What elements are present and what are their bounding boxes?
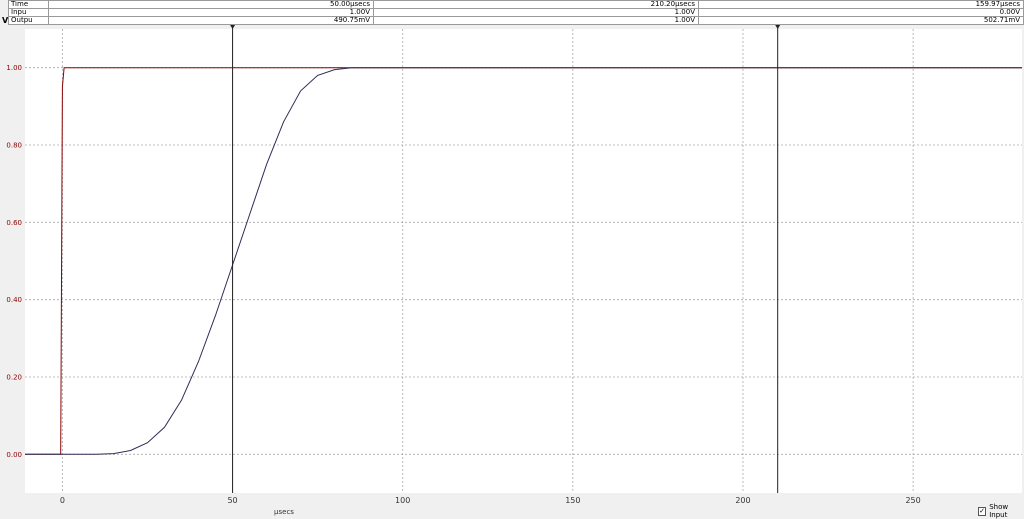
x-tick-label: 50: [227, 496, 237, 505]
x-tick-labels: 0 50 100 150 200 250: [60, 496, 921, 505]
cursor2-value: 210.20μsecs: [373, 0, 699, 9]
row-label: Inpu: [8, 8, 49, 17]
cursor2-value: 1.00V: [373, 16, 699, 25]
delta-value: 502.71mV: [698, 16, 1024, 25]
y-tick-label: 1.00: [6, 64, 22, 72]
y-tick-label: 0.60: [6, 219, 22, 227]
cursor-row-output: Outpu 490.75mV 1.00V 502.71mV: [8, 16, 1024, 25]
y-tick-labels: 0.00 0.20 0.40 0.60 0.80 1.00: [6, 64, 22, 459]
row-label: Outpu: [8, 16, 49, 25]
row-label: Time: [8, 0, 49, 9]
x-tick-label: 150: [565, 496, 580, 505]
y-tick-label: 0.00: [6, 451, 22, 459]
cursor-handle-1[interactable]: [230, 25, 236, 29]
x-axis-label: μsecs: [274, 508, 294, 516]
cursor-readout-table: Time 50.00μsecs 210.20μsecs 159.97μsecs …: [8, 0, 1024, 25]
y-tick-label: 0.20: [6, 374, 22, 382]
cursor1-value: 50.00μsecs: [48, 0, 374, 9]
x-tick-label: 200: [735, 496, 750, 505]
chart-plot-area[interactable]: 0.00 0.20 0.40 0.60 0.80 1.00 0 50 100 150 200 250…: [0, 25, 1024, 517]
checkbox-icon[interactable]: ✓: [978, 506, 987, 516]
y-axis-unit: V: [2, 16, 9, 25]
y-tick-label: 0.40: [6, 296, 22, 304]
cursor2-value: 1.00V: [373, 8, 699, 17]
delta-value: 159.97μsecs: [698, 0, 1024, 9]
cursor1-value: 490.75mV: [48, 16, 374, 25]
delta-value: 0.00V: [698, 8, 1024, 17]
cursor-handle-2[interactable]: [775, 25, 781, 29]
plot-background: [25, 29, 1022, 493]
y-tick-label: 0.80: [6, 142, 22, 150]
x-tick-label: 100: [395, 496, 410, 505]
cursor1-value: 1.00V: [48, 8, 374, 17]
x-tick-label: 0: [60, 496, 65, 505]
x-tick-label: 250: [905, 496, 920, 505]
cursor-row-time: Time 50.00μsecs 210.20μsecs 159.97μsecs: [8, 0, 1024, 9]
cursor-row-input: Inpu 1.00V 1.00V 0.00V: [8, 8, 1024, 17]
